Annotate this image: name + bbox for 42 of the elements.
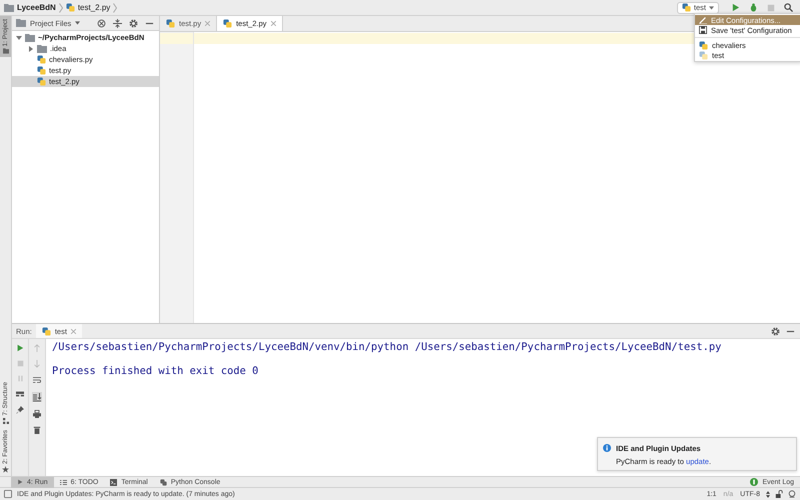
collapsed-arrow-icon[interactable] bbox=[28, 46, 34, 52]
pencil-icon bbox=[699, 16, 707, 24]
python-icon bbox=[160, 478, 167, 486]
console-line: /Users/sebastien/PycharmProjects/LyceeBdN/venv/bin/python /Users/sebastien/PycharmProjects/LyceeBdN/test.py bbox=[52, 341, 722, 353]
soft-wrap-icon[interactable] bbox=[33, 376, 41, 384]
caret-icon bbox=[75, 21, 80, 25]
breadcrumb[interactable]: LyceeBdN bbox=[4, 3, 56, 12]
trash-icon[interactable] bbox=[33, 426, 41, 434]
chevron-icon bbox=[113, 2, 118, 12]
layout-icon[interactable] bbox=[16, 390, 24, 398]
event-log-icon bbox=[750, 478, 758, 486]
list-icon bbox=[60, 478, 67, 486]
python-file-icon bbox=[166, 19, 175, 28]
crosshair-icon[interactable] bbox=[97, 18, 106, 28]
terminal-icon bbox=[110, 478, 118, 486]
rerun-icon[interactable] bbox=[16, 344, 24, 352]
pin-icon[interactable] bbox=[16, 406, 24, 414]
info-icon bbox=[603, 444, 611, 452]
gear-icon[interactable] bbox=[771, 326, 780, 336]
inspector-icon[interactable] bbox=[788, 490, 796, 498]
collapse-icon[interactable] bbox=[113, 18, 122, 28]
python-file-icon bbox=[682, 3, 691, 12]
folder-icon bbox=[2, 48, 8, 54]
gear-icon[interactable] bbox=[129, 18, 138, 28]
python-file-icon bbox=[66, 3, 75, 12]
breadcrumb[interactable]: test_2.py bbox=[66, 3, 110, 12]
structure-icon bbox=[2, 418, 8, 424]
console-line: Process finished with exit code 0 bbox=[52, 365, 260, 377]
up-down-arrows-icon[interactable] bbox=[766, 490, 770, 498]
search-icon[interactable] bbox=[784, 3, 793, 12]
print-icon[interactable] bbox=[33, 410, 41, 418]
star-icon bbox=[2, 466, 9, 473]
lock-icon[interactable] bbox=[775, 490, 783, 498]
scroll-to-end-icon[interactable] bbox=[32, 392, 42, 402]
caret-icon bbox=[709, 6, 714, 10]
chevron-icon bbox=[58, 2, 63, 12]
python-file-icon bbox=[223, 19, 232, 28]
bug-icon[interactable] bbox=[749, 3, 758, 12]
run-icon bbox=[17, 479, 23, 485]
panel-toggle-icon[interactable] bbox=[4, 490, 12, 498]
python-file-icon bbox=[42, 326, 51, 336]
expanded-arrow-icon[interactable] bbox=[16, 34, 22, 40]
